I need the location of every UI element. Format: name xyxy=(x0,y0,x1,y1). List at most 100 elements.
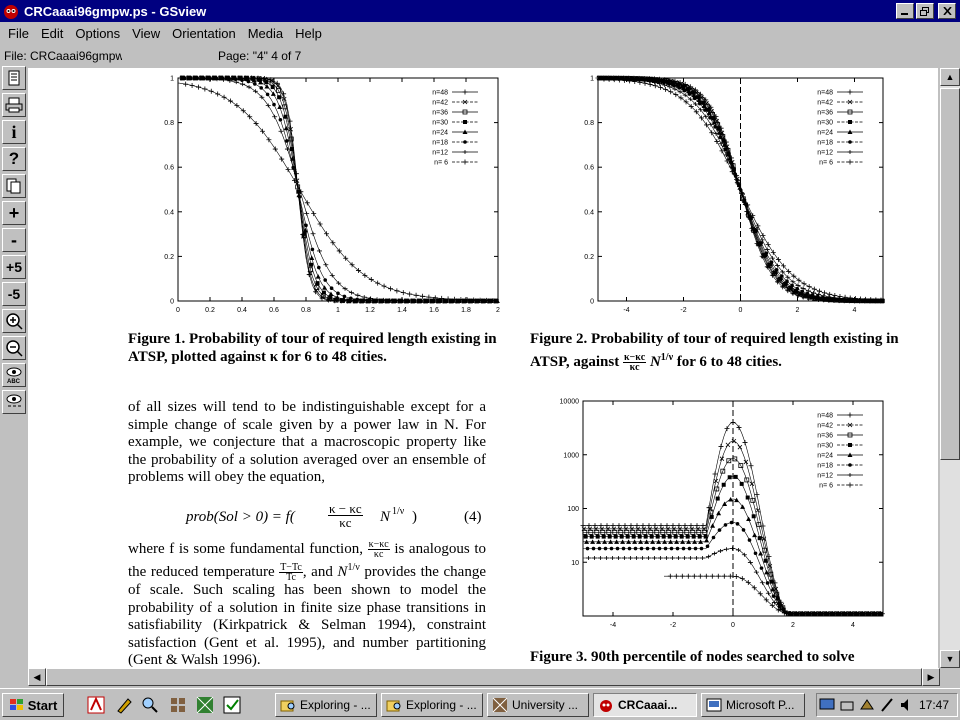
restore-button[interactable] xyxy=(916,3,934,19)
minimize-button[interactable] xyxy=(896,3,914,19)
data-point xyxy=(800,289,805,294)
equation-numerator: κ − κc xyxy=(328,501,363,516)
y-tick-label: 0.6 xyxy=(164,165,174,172)
help-icon: ? xyxy=(8,149,20,168)
menu-edit[interactable]: Edit xyxy=(35,26,69,41)
data-point xyxy=(733,474,738,479)
find-next-button[interactable] xyxy=(2,390,26,414)
zoom-in-button[interactable] xyxy=(2,309,26,333)
data-point xyxy=(717,528,722,532)
legend-label: n=30 xyxy=(432,120,448,127)
data-point xyxy=(735,522,740,526)
next-page-button[interactable]: + xyxy=(2,201,26,225)
data-point xyxy=(627,546,632,551)
data-point xyxy=(661,534,666,539)
data-point xyxy=(747,538,752,542)
vertical-scroll-thumb[interactable] xyxy=(940,88,960,460)
tray-pen-icon[interactable] xyxy=(879,697,895,713)
equation-n: N xyxy=(380,509,391,525)
taskbar-exploring-2[interactable]: Exploring - ... xyxy=(381,693,483,717)
print-button[interactable] xyxy=(2,93,26,117)
data-point xyxy=(317,265,321,270)
zoom-out-button[interactable] xyxy=(2,336,26,360)
open-button[interactable] xyxy=(2,66,26,90)
legend-label: n= 6 xyxy=(434,160,448,167)
tray-monitor-icon[interactable] xyxy=(819,697,835,713)
menu-file[interactable]: File xyxy=(2,26,35,41)
y-tick-label: 0.8 xyxy=(584,120,594,127)
menu-help[interactable]: Help xyxy=(289,26,328,41)
taskbar-powerpoint[interactable]: Microsoft P... xyxy=(701,693,805,717)
goto-page-button[interactable] xyxy=(2,174,26,198)
data-point xyxy=(679,534,684,539)
legend-label: n=30 xyxy=(817,443,833,450)
gsview-app-icon[interactable] xyxy=(2,2,20,20)
quicklaunch-app[interactable] xyxy=(195,695,215,715)
menu-options[interactable]: Options xyxy=(69,26,126,41)
data-point xyxy=(709,514,714,519)
data-point xyxy=(329,286,334,291)
data-point xyxy=(687,546,692,551)
taskbar-exploring-1[interactable]: Exploring - ... xyxy=(275,693,377,717)
data-point xyxy=(846,298,851,302)
vertical-scrollbar[interactable]: ▲ ▼ xyxy=(940,68,960,668)
arrow-up-icon: ▲ xyxy=(945,72,955,82)
y-tick-label: 10000 xyxy=(560,399,580,406)
legend-label: n=12 xyxy=(817,150,833,157)
data-point xyxy=(601,534,606,539)
legend-label: n=24 xyxy=(432,130,448,137)
back-5-button[interactable]: -5 xyxy=(2,282,26,306)
document-view[interactable]: 0 0.2 0.4 0.6 0.8 1 1.2 1.4 1.6 1.8 2 0 0.2 0.4 0.6 0.8… xyxy=(28,68,938,668)
x-tick-label: 0 xyxy=(731,622,735,629)
data-point xyxy=(739,481,744,486)
speaker-icon[interactable] xyxy=(899,697,915,713)
data-point xyxy=(277,95,282,100)
prev-page-button[interactable]: - xyxy=(2,228,26,252)
start-button[interactable]: Start xyxy=(2,693,64,717)
data-point xyxy=(304,223,308,228)
data-point xyxy=(790,283,794,288)
eye-icon xyxy=(6,394,22,407)
tray-network-icon[interactable] xyxy=(859,697,875,713)
help-button[interactable]: ? xyxy=(2,147,26,171)
scroll-right-button[interactable]: ▶ xyxy=(922,668,940,686)
title-bar[interactable]: CRCaaai96gmpw.ps - GSview xyxy=(0,0,960,22)
data-point xyxy=(597,546,602,551)
quicklaunch-tool[interactable] xyxy=(114,695,134,715)
body-p2-fraction-1: κ−κc κc xyxy=(367,540,390,560)
data-point xyxy=(716,126,721,131)
scroll-left-button[interactable]: ◀ xyxy=(28,668,46,686)
quicklaunch-acrobat[interactable] xyxy=(86,695,106,715)
task-label: Exploring - ... xyxy=(406,698,477,712)
menu-media[interactable]: Media xyxy=(242,26,289,41)
powerpoint-icon xyxy=(706,698,722,712)
data-point xyxy=(246,79,251,84)
y-tick-label: 1000 xyxy=(563,452,579,459)
horizontal-scroll-thumb[interactable] xyxy=(46,668,922,686)
taskbar-university[interactable]: University ... xyxy=(487,693,589,717)
menu-bar: File Edit Options View Orientation Media… xyxy=(0,22,960,44)
info-button[interactable]: i xyxy=(2,120,26,144)
menu-view[interactable]: View xyxy=(126,26,166,41)
horizontal-scrollbar[interactable]: ◀ ▶ xyxy=(28,668,940,686)
close-button[interactable] xyxy=(938,3,956,19)
legend-label: n= 6 xyxy=(819,160,833,167)
data-point xyxy=(283,114,288,119)
quicklaunch-search[interactable] xyxy=(140,695,160,715)
quicklaunch-check[interactable] xyxy=(222,695,242,715)
scroll-up-button[interactable]: ▲ xyxy=(940,68,960,86)
data-point xyxy=(591,546,596,551)
task-label: Microsoft P... xyxy=(726,698,795,712)
x-tick-label: 0.8 xyxy=(301,307,311,314)
data-point xyxy=(643,534,648,539)
tray-printer-icon[interactable] xyxy=(839,697,855,713)
find-text-button[interactable]: ABC xyxy=(2,363,26,387)
data-point xyxy=(757,536,762,541)
x-tick-label: -2 xyxy=(670,622,676,629)
forward-5-button[interactable]: +5 xyxy=(2,255,26,279)
menu-orientation[interactable]: Orientation xyxy=(166,26,242,41)
y-tick-label: 0 xyxy=(170,299,174,306)
quicklaunch-network[interactable] xyxy=(168,695,188,715)
scroll-down-button[interactable]: ▼ xyxy=(940,650,960,668)
taskbar-gsview-active[interactable]: CRCaaai... xyxy=(593,693,697,717)
